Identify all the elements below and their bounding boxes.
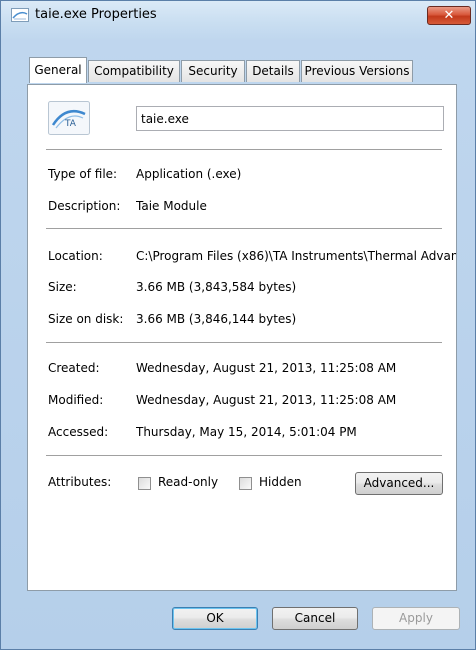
hidden-label[interactable]: Hidden [259, 475, 302, 489]
modified-label: Modified: [48, 393, 104, 407]
created-label: Created: [48, 361, 100, 375]
separator [46, 455, 442, 457]
apply-button[interactable]: Apply [372, 607, 460, 630]
tab-label: Compatibility [94, 64, 174, 78]
title-bar[interactable]: taie.exe Properties ✕ [1, 1, 476, 29]
window-title: taie.exe Properties [35, 7, 157, 22]
type-of-file-value: Application (.exe) [136, 167, 242, 181]
separator [46, 342, 442, 344]
location-value: C:\Program Files (x86)\TA Instruments\Th… [136, 249, 456, 263]
separator [46, 228, 442, 230]
description-label: Description: [48, 199, 121, 213]
attributes-label: Attributes: [48, 475, 112, 489]
advanced-button[interactable]: Advanced... [355, 472, 443, 495]
tab-previous-versions[interactable]: Previous Versions [301, 60, 413, 82]
tab-label: General [34, 63, 82, 77]
app-icon [11, 8, 29, 22]
tab-details[interactable]: Details [246, 60, 300, 82]
cancel-button[interactable]: Cancel [272, 607, 358, 630]
type-of-file-label: Type of file: [48, 167, 118, 181]
close-icon: ✕ [443, 8, 455, 23]
tab-general[interactable]: General [29, 57, 87, 83]
tab-label: Previous Versions [304, 64, 410, 78]
general-panel: TA Type of file: Application (.exe) Desc… [27, 84, 457, 591]
file-name-input[interactable] [136, 106, 444, 131]
size-label: Size: [48, 280, 77, 294]
size-on-disk-label: Size on disk: [48, 312, 124, 326]
read-only-checkbox[interactable] [138, 477, 151, 490]
accessed-label: Accessed: [48, 425, 109, 439]
file-icon: TA [48, 101, 90, 135]
hidden-checkbox[interactable] [239, 477, 252, 490]
tab-compatibility[interactable]: Compatibility [88, 60, 180, 82]
properties-window: taie.exe Properties ✕ General Compatibil… [0, 0, 476, 650]
tab-label: Security [188, 64, 238, 78]
read-only-label[interactable]: Read-only [158, 475, 218, 489]
modified-value: Wednesday, August 21, 2013, 11:25:08 AM [136, 393, 397, 407]
tab-label: Details [252, 64, 294, 78]
size-on-disk-value: 3.66 MB (3,846,144 bytes) [136, 312, 297, 326]
separator [46, 149, 442, 151]
location-label: Location: [48, 249, 103, 263]
accessed-value: Thursday, May 15, 2014, 5:01:04 PM [136, 425, 357, 439]
description-value: Taie Module [136, 199, 207, 213]
tab-security[interactable]: Security [181, 60, 245, 82]
size-value: 3.66 MB (3,843,584 bytes) [136, 280, 297, 294]
ok-button[interactable]: OK [172, 607, 258, 630]
created-value: Wednesday, August 21, 2013, 11:25:08 AM [136, 361, 397, 375]
file-icon-text: TA [64, 119, 77, 129]
close-button[interactable]: ✕ [427, 6, 471, 25]
